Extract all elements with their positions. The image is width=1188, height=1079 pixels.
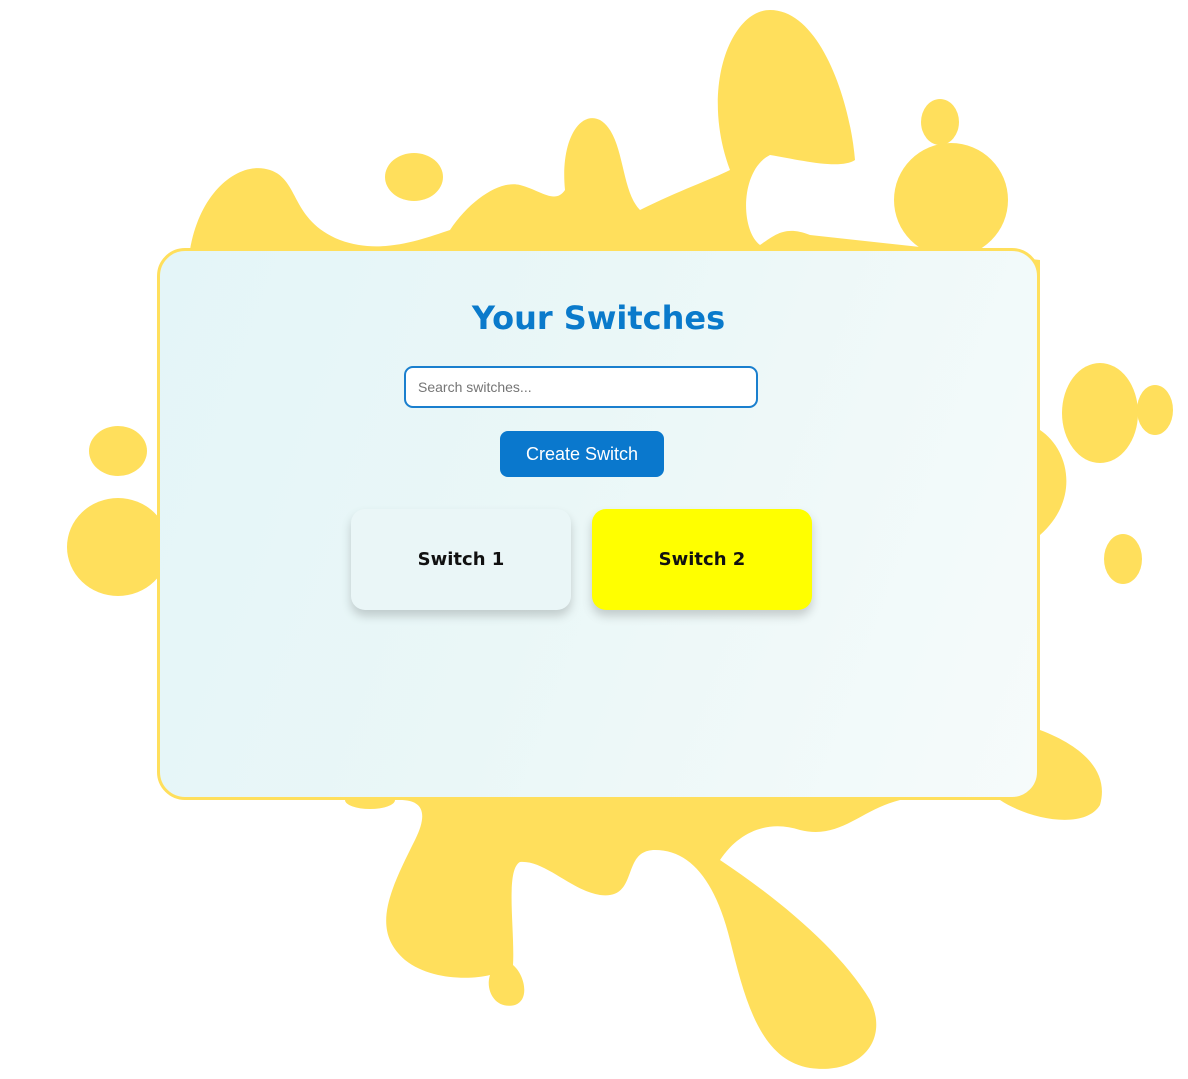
switch-card-1[interactable]: Switch 1 xyxy=(351,509,571,610)
search-input[interactable] xyxy=(404,366,758,408)
switch-card-label: Switch 2 xyxy=(658,549,746,570)
switch-card-label: Switch 1 xyxy=(417,549,505,570)
switch-card-2[interactable]: Switch 2 xyxy=(592,509,812,610)
create-switch-button[interactable]: Create Switch xyxy=(500,431,664,477)
page-stage: Your Switches Create Switch Switch 1 Swi… xyxy=(0,0,1188,1079)
switches-panel: Your Switches Create Switch Switch 1 Swi… xyxy=(157,248,1040,800)
page-title: Your Switches xyxy=(471,299,726,337)
